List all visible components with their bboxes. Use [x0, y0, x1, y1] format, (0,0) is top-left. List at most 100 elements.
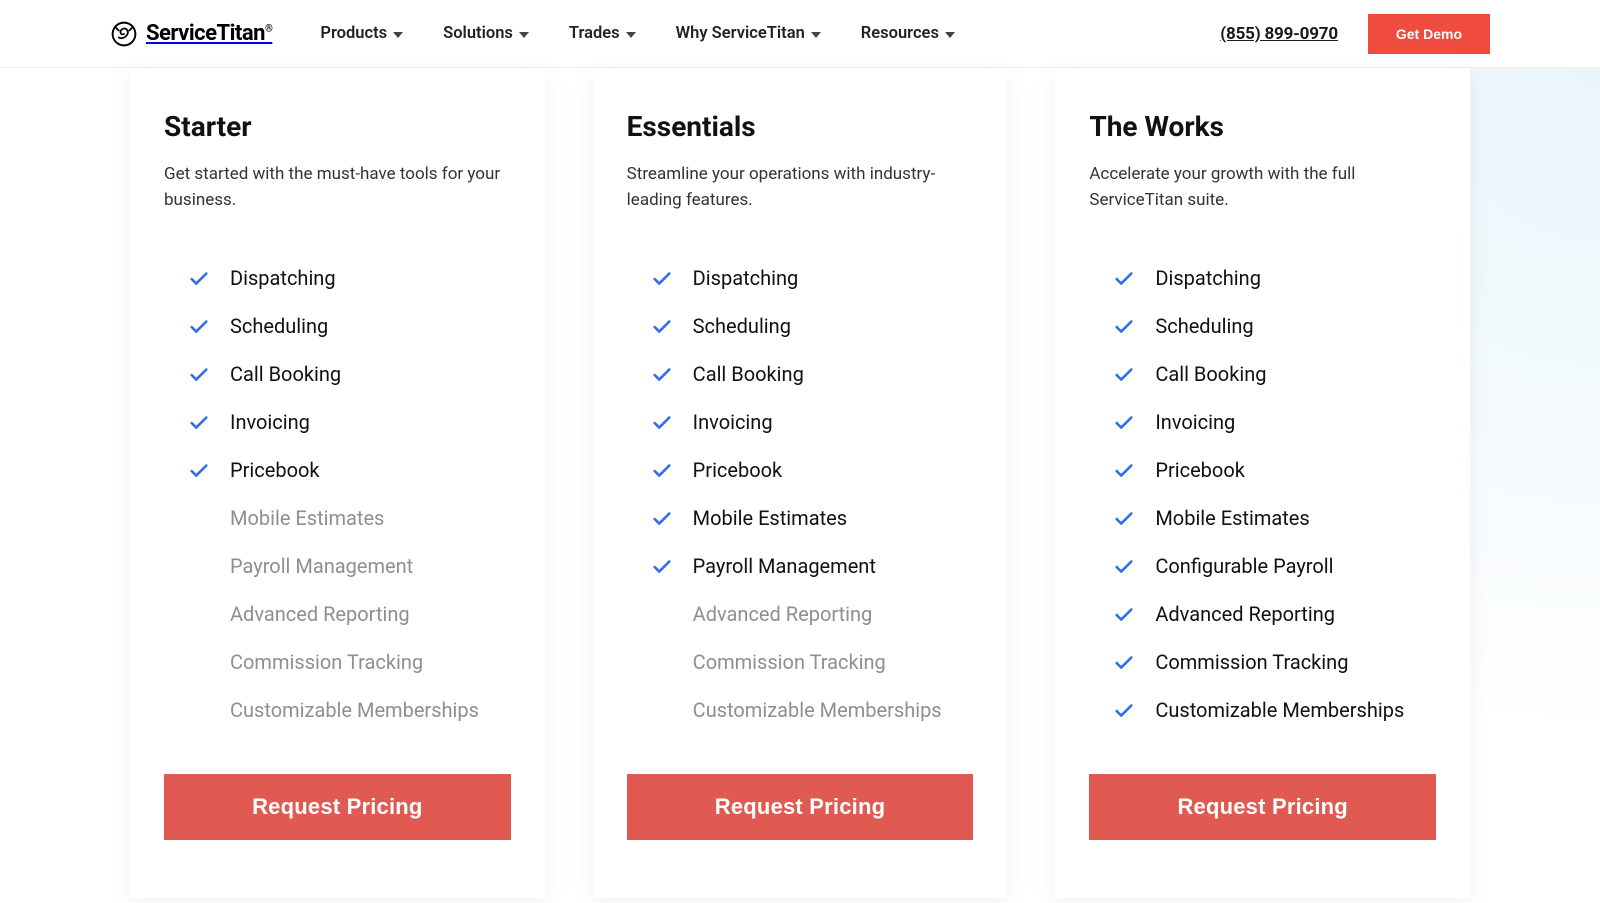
check-icon [1113, 316, 1133, 336]
check-icon [1113, 460, 1133, 480]
feature-label: Dispatching [230, 265, 336, 291]
check-icon [1113, 268, 1133, 288]
feature-label: Call Booking [230, 361, 341, 387]
feature-label: Scheduling [230, 313, 328, 339]
feature-item: Invoicing [627, 398, 974, 446]
feature-item: Call Booking [164, 350, 511, 398]
check-icon [1113, 604, 1133, 624]
feature-label: Scheduling [693, 313, 791, 339]
feature-item: Scheduling [627, 302, 974, 350]
feature-item: Pricebook [627, 446, 974, 494]
request-pricing-button[interactable]: Request Pricing [627, 774, 974, 840]
feature-item: Commission Tracking [164, 638, 511, 686]
feature-item: Invoicing [164, 398, 511, 446]
feature-label: Advanced Reporting [1155, 601, 1335, 627]
check-icon [1113, 364, 1133, 384]
get-demo-button[interactable]: Get Demo [1368, 14, 1490, 54]
check-icon [1113, 508, 1133, 528]
plan-title: Essentials [627, 110, 974, 143]
check-icon [651, 556, 671, 576]
check-icon [1113, 700, 1133, 720]
nav-products-label: Products [320, 24, 387, 43]
feature-item: Customizable Memberships [164, 686, 511, 734]
site-header: ServiceTitan® Products Solutions Trades … [0, 0, 1600, 68]
brand-mark-icon [110, 20, 138, 48]
feature-item: Payroll Management [627, 542, 974, 590]
feature-item: Commission Tracking [627, 638, 974, 686]
plan-description: Streamline your operations with industry… [627, 161, 974, 214]
feature-item: Commission Tracking [1089, 638, 1436, 686]
nav-trades[interactable]: Trades [569, 24, 636, 43]
feature-label: Scheduling [1155, 313, 1253, 339]
feature-label: Invoicing [230, 409, 310, 435]
feature-item: Dispatching [1089, 254, 1436, 302]
plan-title: Starter [164, 110, 511, 143]
feature-item: Advanced Reporting [627, 590, 974, 638]
check-icon [188, 460, 208, 480]
pricing-card-essentials: Essentials Streamline your operations wit… [593, 68, 1008, 898]
check-icon [651, 412, 671, 432]
feature-label: Mobile Estimates [1155, 505, 1309, 531]
check-icon [188, 268, 208, 288]
nav-trades-label: Trades [569, 24, 620, 43]
feature-item: Pricebook [164, 446, 511, 494]
feature-item: Call Booking [627, 350, 974, 398]
feature-item: Customizable Memberships [1089, 686, 1436, 734]
feature-item: Mobile Estimates [627, 494, 974, 542]
feature-label: Customizable Memberships [1155, 697, 1404, 723]
check-icon [188, 364, 208, 384]
feature-item: Payroll Management [164, 542, 511, 590]
feature-label: Advanced Reporting [693, 601, 873, 627]
chevron-down-icon [811, 32, 821, 38]
check-icon [651, 364, 671, 384]
feature-label: Pricebook [1155, 457, 1245, 483]
feature-label: Invoicing [1155, 409, 1235, 435]
feature-item: Advanced Reporting [164, 590, 511, 638]
feature-item: Customizable Memberships [627, 686, 974, 734]
feature-label: Payroll Management [693, 553, 876, 579]
feature-label: Configurable Payroll [1155, 553, 1333, 579]
pricing-card-starter: StarterGet started with the must-have to… [130, 68, 545, 898]
feature-item: Call Booking [1089, 350, 1436, 398]
feature-label: Advanced Reporting [230, 601, 410, 627]
feature-label: Pricebook [230, 457, 320, 483]
check-icon [188, 412, 208, 432]
feature-item: Scheduling [164, 302, 511, 350]
feature-label: Commission Tracking [230, 649, 423, 675]
check-icon [1113, 556, 1133, 576]
feature-item: Dispatching [164, 254, 511, 302]
check-icon [651, 460, 671, 480]
nav-solutions[interactable]: Solutions [443, 24, 529, 43]
feature-label: Mobile Estimates [230, 505, 384, 531]
brand-name: ServiceTitan® [146, 21, 272, 46]
primary-nav: Products Solutions Trades Why ServiceTit… [320, 24, 955, 43]
feature-label: Mobile Estimates [693, 505, 847, 531]
nav-solutions-label: Solutions [443, 24, 513, 43]
check-icon [651, 508, 671, 528]
nav-products[interactable]: Products [320, 24, 403, 43]
pricing-cards: StarterGet started with the must-have to… [0, 68, 1600, 898]
feature-label: Customizable Memberships [230, 697, 479, 723]
nav-why[interactable]: Why ServiceTitan [676, 24, 821, 43]
request-pricing-button[interactable]: Request Pricing [1089, 774, 1436, 840]
feature-label: Commission Tracking [693, 649, 886, 675]
nav-resources-label: Resources [861, 24, 939, 43]
plan-description: Accelerate your growth with the full Ser… [1089, 161, 1436, 214]
brand-logo[interactable]: ServiceTitan® [110, 20, 272, 48]
check-icon [1113, 412, 1133, 432]
feature-label: Customizable Memberships [693, 697, 942, 723]
phone-number[interactable]: (855) 899-0970 [1220, 24, 1338, 44]
feature-list: Dispatching Scheduling Call Booking Invoici… [1089, 254, 1436, 734]
header-left: ServiceTitan® Products Solutions Trades … [110, 20, 955, 48]
feature-item: Configurable Payroll [1089, 542, 1436, 590]
feature-label: Invoicing [693, 409, 773, 435]
feature-label: Call Booking [1155, 361, 1266, 387]
nav-resources[interactable]: Resources [861, 24, 955, 43]
check-icon [188, 316, 208, 336]
header-right: (855) 899-0970 Get Demo [1220, 14, 1490, 54]
feature-item: Advanced Reporting [1089, 590, 1436, 638]
check-icon [651, 316, 671, 336]
request-pricing-button[interactable]: Request Pricing [164, 774, 511, 840]
feature-label: Dispatching [1155, 265, 1261, 291]
feature-item: Dispatching [627, 254, 974, 302]
